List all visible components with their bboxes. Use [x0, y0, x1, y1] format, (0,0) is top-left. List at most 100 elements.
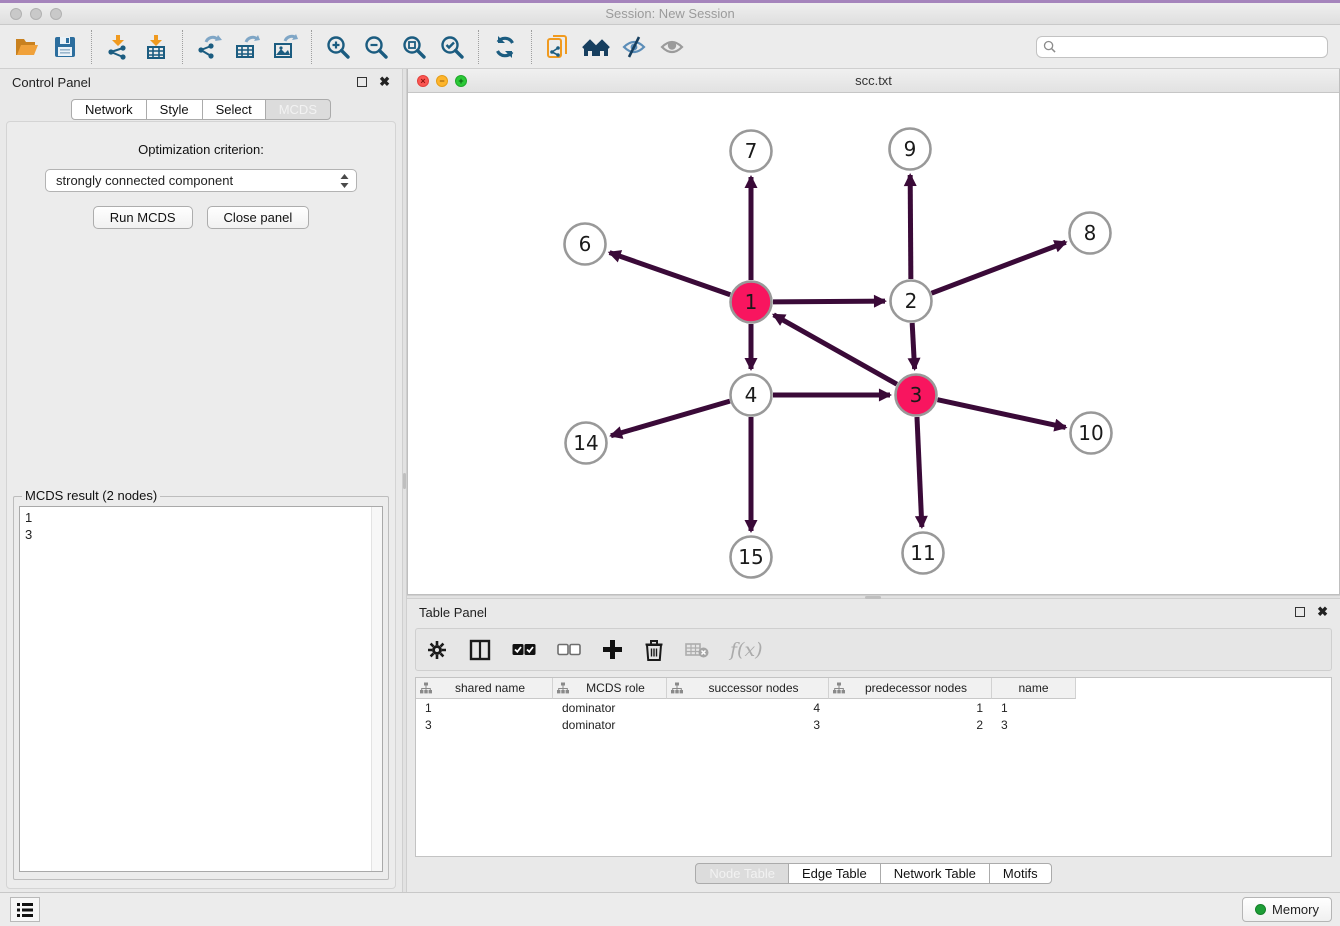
function-builder-button[interactable]: f(x): [730, 639, 763, 661]
table-cell[interactable]: 1: [829, 701, 992, 715]
graph-node-8[interactable]: 8: [1070, 213, 1111, 254]
table-cell[interactable]: 1: [992, 701, 1076, 715]
clone-network-button[interactable]: [541, 28, 575, 66]
network-canvas[interactable]: 7 9 6 8 1 2 4 3 14 10 15 11: [408, 93, 1339, 593]
network-graph[interactable]: 7 9 6 8 1 2 4 3 14 10 15 11: [408, 93, 1339, 593]
memory-button[interactable]: Memory: [1242, 897, 1332, 922]
zoom-out-button[interactable]: [359, 28, 393, 66]
mcds-result-text[interactable]: 1 3: [19, 506, 383, 872]
float-panel-icon[interactable]: [1295, 607, 1305, 617]
graph-node-6[interactable]: 6: [565, 224, 606, 265]
import-network-button[interactable]: [101, 28, 135, 66]
float-panel-icon[interactable]: [357, 77, 367, 87]
export-table-button[interactable]: [230, 28, 264, 66]
hide-selected-button[interactable]: [617, 28, 651, 66]
graph-node-9[interactable]: 9: [890, 129, 931, 170]
graph-edge-3-10[interactable]: [937, 400, 1065, 428]
table-header-row: shared nameMCDS rolesuccessor nodesprede…: [416, 678, 1331, 699]
search-input[interactable]: [1060, 39, 1321, 55]
graph-edge-2-8[interactable]: [932, 242, 1066, 293]
criterion-dropdown[interactable]: strongly connected component: [45, 169, 357, 192]
table-header-successor-nodes[interactable]: successor nodes: [667, 678, 829, 699]
deselect-all-columns-button[interactable]: [557, 643, 581, 656]
tab-edge-table[interactable]: Edge Table: [788, 863, 881, 884]
graph-node-4[interactable]: 4: [731, 375, 772, 416]
tab-motifs[interactable]: Motifs: [989, 863, 1052, 884]
first-neighbors-button[interactable]: [579, 28, 613, 66]
close-panel-icon[interactable]: ✖: [379, 74, 390, 90]
create-column-button[interactable]: [602, 639, 623, 660]
close-panel-button[interactable]: Close panel: [207, 206, 310, 229]
zoom-selected-icon: [439, 34, 465, 60]
graph-node-label: 1: [745, 290, 758, 314]
show-column-pane-button[interactable]: [469, 639, 491, 661]
main-toolbar: [0, 25, 1340, 69]
table-cell[interactable]: 3: [416, 718, 553, 732]
show-all-button[interactable]: [655, 28, 689, 66]
graph-node-2[interactable]: 2: [891, 281, 932, 322]
save-session-button[interactable]: [48, 28, 82, 66]
graph-node-7[interactable]: 7: [731, 131, 772, 172]
export-image-icon: [272, 34, 298, 60]
export-network-button[interactable]: [192, 28, 226, 66]
graph-edge-1-6[interactable]: [610, 253, 731, 295]
graph-node-11[interactable]: 11: [903, 533, 944, 574]
table-settings-button[interactable]: [426, 639, 448, 661]
tab-node-table[interactable]: Node Table: [695, 863, 789, 884]
tab-mcds[interactable]: MCDS: [265, 99, 331, 120]
table-cell[interactable]: dominator: [553, 701, 667, 715]
close-panel-icon[interactable]: ✖: [1317, 604, 1328, 620]
network-view-window: × − + scc.txt 7968124314101511: [407, 69, 1340, 595]
splitter-grip: [403, 473, 406, 489]
graph-edge-4-14[interactable]: [611, 401, 730, 436]
graph-node-label: 15: [738, 545, 763, 569]
table-header-shared-name[interactable]: shared name: [416, 678, 553, 699]
open-folder-icon: [14, 34, 40, 60]
graph-edge-3-1[interactable]: [774, 315, 897, 384]
zoom-fit-button[interactable]: [397, 28, 431, 66]
table-cell[interactable]: 2: [829, 718, 992, 732]
delete-table-button[interactable]: [685, 642, 709, 658]
tab-select[interactable]: Select: [202, 99, 266, 120]
zoom-in-icon: [325, 34, 351, 60]
table-row[interactable]: 1dominator411: [416, 699, 1331, 716]
unchecked-boxes-icon: [557, 643, 581, 656]
apply-layout-button[interactable]: [488, 28, 522, 66]
open-session-button[interactable]: [10, 28, 44, 66]
task-history-button[interactable]: [10, 897, 40, 922]
graph-node-3[interactable]: 3: [896, 375, 937, 416]
graph-edge-2-9[interactable]: [910, 175, 911, 279]
table-header-MCDS-role[interactable]: MCDS role: [553, 678, 667, 699]
graph-node-15[interactable]: 15: [731, 537, 772, 578]
search-field[interactable]: [1036, 36, 1328, 58]
table-cell[interactable]: 4: [667, 701, 829, 715]
table-cell[interactable]: 3: [992, 718, 1076, 732]
tab-network[interactable]: Network: [71, 99, 147, 120]
graph-edge-1-2[interactable]: [773, 301, 885, 302]
result-scrollbar[interactable]: [371, 507, 382, 871]
run-mcds-button[interactable]: Run MCDS: [93, 206, 193, 229]
table-cell[interactable]: dominator: [553, 718, 667, 732]
window-title: Session: New Session: [0, 6, 1340, 21]
zoom-in-button[interactable]: [321, 28, 355, 66]
clone-network-icon: [545, 34, 571, 60]
graph-node-1[interactable]: 1: [731, 282, 772, 323]
graph-edge-3-11[interactable]: [917, 417, 922, 527]
graph-edge-2-3[interactable]: [912, 323, 914, 369]
import-table-button[interactable]: [139, 28, 173, 66]
table-cell[interactable]: 3: [667, 718, 829, 732]
table-header-predecessor-nodes[interactable]: predecessor nodes: [829, 678, 992, 699]
zoom-selected-button[interactable]: [435, 28, 469, 66]
export-image-button[interactable]: [268, 28, 302, 66]
table-row[interactable]: 3dominator323: [416, 716, 1331, 733]
gear-icon: [426, 639, 448, 661]
graph-node-10[interactable]: 10: [1071, 413, 1112, 454]
memory-label: Memory: [1272, 902, 1319, 917]
graph-node-14[interactable]: 14: [566, 423, 607, 464]
tab-network-table[interactable]: Network Table: [880, 863, 990, 884]
table-cell[interactable]: 1: [416, 701, 553, 715]
delete-column-button[interactable]: [644, 639, 664, 661]
tab-style[interactable]: Style: [146, 99, 203, 120]
select-all-columns-button[interactable]: [512, 643, 536, 656]
table-header-name[interactable]: name: [992, 678, 1076, 699]
